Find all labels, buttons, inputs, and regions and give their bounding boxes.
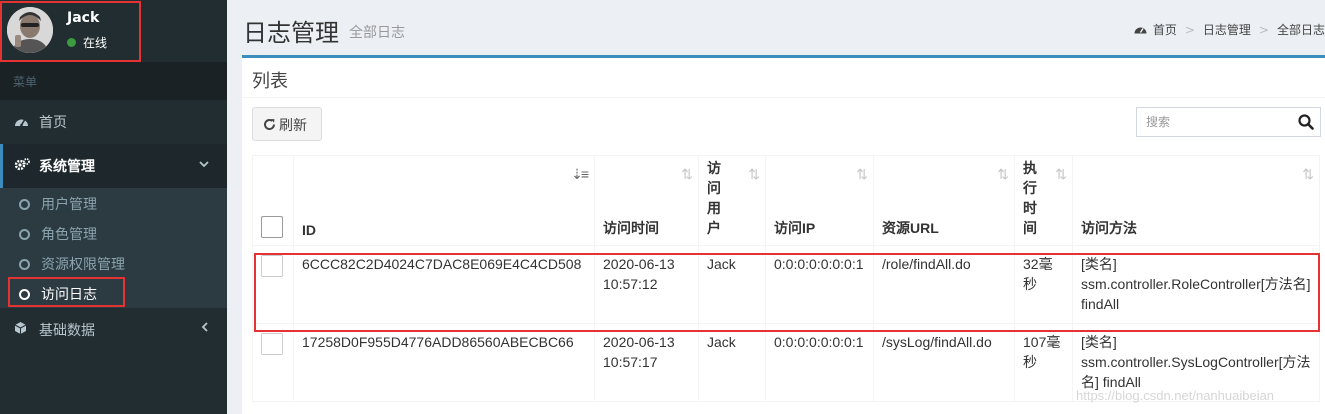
menu-header: 菜单 [0,62,227,100]
column-header-user[interactable]: ⇅ 访问用户 [698,155,766,246]
sort-desc-icon: ⇣≡ [571,166,589,182]
sort-icon: ⇅ [1055,166,1067,182]
box-title: 列表 [252,71,288,92]
refresh-label: 刷新 [279,117,307,133]
refresh-icon [264,119,275,130]
sort-icon: ⇅ [681,166,693,182]
breadcrumb-log-management[interactable]: 日志管理 [1203,23,1251,37]
sidebar-item-role-management[interactable]: 角色管理 [0,218,227,248]
refresh-button[interactable]: 刷新 [252,107,322,141]
sidebar-subitem-label: 用户管理 [41,197,97,213]
divider [242,97,1325,98]
breadcrumb-all-logs: 全部日志 [1276,23,1325,37]
sort-icon: ⇅ [748,166,760,182]
sidebar-item-base-data[interactable]: 基础数据 [0,308,227,352]
cell-time: 2020-06-13 10:57:17 [594,323,699,402]
cogs-icon [14,158,30,175]
page-title: 日志管理 [243,19,339,47]
sidebar-subitem-label: 角色管理 [41,227,97,243]
search-icon[interactable] [1297,113,1315,131]
sidebar-item-home[interactable]: 首页 [0,100,227,144]
page-subtitle: 全部日志 [349,25,405,41]
chevron-down-icon [199,157,209,171]
sort-icon: ⇅ [1302,166,1314,182]
sidebar-item-user-management[interactable]: 用户管理 [0,188,227,218]
column-header-id[interactable]: ⇣≡ ID [293,155,595,246]
sidebar-subitem-label: 资源权限管理 [41,257,125,273]
cell-url: /sysLog/findAll.do [873,323,1015,402]
circle-icon [19,199,30,210]
highlight-box-menu [8,277,125,307]
sidebar: Jack 在线 菜单 首页 系统管理 用户管理 角色管理 资源权限管理 访问日志 [0,0,227,414]
cube-icon [14,321,30,339]
circle-icon [19,259,30,270]
sort-icon: ⇅ [856,166,868,182]
row-select-cell [252,323,294,402]
select-all-checkbox[interactable] [261,216,283,238]
cell-id: 17258D0F955D4776ADD86560ABECBC66 [293,323,595,402]
search-input[interactable] [1137,108,1292,136]
highlight-box-row [254,253,1320,332]
column-header-url[interactable]: ⇅ 资源URL [873,155,1015,246]
column-header-method[interactable]: ⇅ 访问方法 [1072,155,1320,246]
watermark: https://blog.csdn.net/nanhuaibeian [1076,388,1275,403]
breadcrumb: 首页 > 日志管理 > 全部日志 [1134,21,1325,38]
cell-ip: 0:0:0:0:0:0:0:1 [765,323,874,402]
circle-icon [19,229,30,240]
column-header-time[interactable]: ⇅ 访问时间 [594,155,699,246]
dashboard-icon [14,115,30,131]
table-header-row: ⇣≡ ID ⇅ 访问时间 ⇅ 访问用户 ⇅ 访问IP ⇅ 资源URL ⇅ 执行时间 ⇅ 访问方… [252,155,1320,246]
select-all-header [252,155,294,246]
sort-icon: ⇅ [997,166,1009,182]
sidebar-item-label: 基础数据 [39,323,95,339]
cell-exec-time: 107毫秒 [1014,323,1073,402]
column-header-ip[interactable]: ⇅ 访问IP [765,155,874,246]
highlight-box-user [0,1,141,62]
row-checkbox[interactable] [261,333,283,355]
cell-user: Jack [698,323,766,402]
sidebar-item-label: 系统管理 [39,159,95,175]
content-header: 日志管理 全部日志 首页 > 日志管理 > 全部日志 [227,0,1325,55]
search-box [1136,107,1321,137]
dashboard-icon [1134,23,1147,37]
sidebar-item-label: 首页 [39,115,67,131]
breadcrumb-home[interactable]: 首页 [1153,23,1177,37]
breadcrumb-separator: > [1184,23,1195,37]
sidebar-item-permission-management[interactable]: 资源权限管理 [0,248,227,278]
column-header-exec-time[interactable]: ⇅ 执行时间 [1014,155,1073,246]
breadcrumb-separator: > [1258,23,1269,37]
sidebar-item-system[interactable]: 系统管理 [0,144,227,188]
chevron-left-icon [201,321,209,335]
